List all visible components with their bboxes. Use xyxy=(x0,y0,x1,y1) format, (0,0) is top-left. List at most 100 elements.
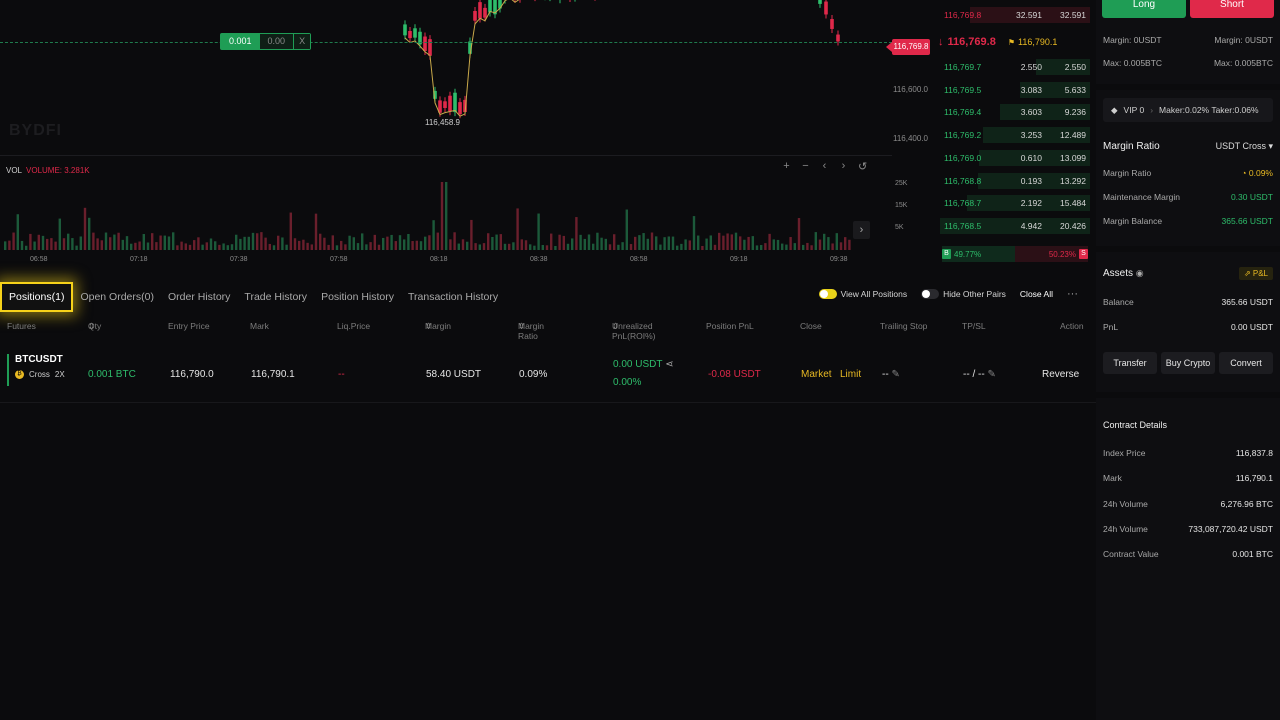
positions-controls: View All Positions Hide Other Pairs Clos… xyxy=(818,288,1078,300)
close-market-button[interactable]: Market xyxy=(801,369,832,380)
margin-mode-select[interactable]: USDT Cross ▾ xyxy=(1216,141,1273,152)
bid-total: 2.550 xyxy=(1064,62,1086,72)
time-axis-label: 08:18 xyxy=(430,256,448,263)
volume-bar xyxy=(172,232,175,250)
asset-balance-label: Balance xyxy=(1103,297,1134,307)
th-tp-sl: TP/SL xyxy=(962,321,986,331)
ask-row[interactable]: 116,769.8 32.591 32.591 xyxy=(938,6,1090,24)
long-button[interactable]: Long xyxy=(1102,0,1186,18)
volume-bar xyxy=(302,239,305,250)
bid-row[interactable]: 116,769.0 0.610 13.099 xyxy=(938,149,1090,167)
volume-bar xyxy=(264,237,267,250)
tab-trade-history[interactable]: Trade History xyxy=(237,284,314,310)
upnl-value: 0.00 USDT xyxy=(613,359,663,370)
volume-bar xyxy=(193,240,196,250)
margin-long: Margin: 0USDT xyxy=(1103,35,1162,45)
volume-bar xyxy=(827,237,830,250)
candle-body xyxy=(836,34,840,42)
transfer-button[interactable]: Transfer xyxy=(1103,352,1157,374)
fee-rates: Maker:0.02% Taker:0.06% xyxy=(1159,105,1259,115)
price-chart[interactable]: 0.001 0.00 X 116,458.9 BYDFI 116,600.0 1… xyxy=(0,0,932,272)
contract-detail-value: 116,837.8 xyxy=(1235,448,1273,458)
volume-bar xyxy=(831,243,834,250)
candle-body xyxy=(403,24,407,36)
bid-row[interactable]: 116,769.7 2.550 2.550 xyxy=(938,58,1090,76)
share-icon[interactable]: ⋖ xyxy=(665,359,673,370)
tab-positions[interactable]: Positions(1) xyxy=(0,282,74,312)
convert-button[interactable]: Convert xyxy=(1219,352,1273,374)
volume-bar xyxy=(445,182,448,250)
volume-bar xyxy=(592,243,595,250)
volume-bar xyxy=(797,218,801,250)
volume-bar xyxy=(314,213,318,250)
volume-bar xyxy=(340,240,343,250)
volume-bar xyxy=(67,233,70,250)
order-pill-qty[interactable]: 0.001 xyxy=(221,34,260,49)
volume-bar xyxy=(167,236,171,250)
bid-total: 13.292 xyxy=(1060,175,1086,186)
volume-bar xyxy=(92,232,95,250)
volume-bar xyxy=(239,238,242,250)
close-all-button[interactable]: Close All xyxy=(1020,289,1053,299)
volume-bar xyxy=(650,232,654,250)
margin-ratio-number: 0.09% xyxy=(1248,168,1273,178)
volume-bar xyxy=(671,236,675,250)
tab-position-history[interactable]: Position History xyxy=(314,284,401,310)
volume-bar xyxy=(839,242,843,250)
view-all-positions-toggle[interactable]: View All Positions xyxy=(818,289,907,299)
volume-bar xyxy=(41,235,45,250)
contract-detail-row: 24h Volume 733,087,720.42 USDT xyxy=(1103,524,1273,534)
volume-bar xyxy=(806,242,809,250)
volume-bar xyxy=(776,239,780,250)
bid-row[interactable]: 116,769.4 3.603 9.236 xyxy=(938,103,1090,121)
tab-order-history[interactable]: Order History xyxy=(161,284,237,310)
margin-ratio-value: ◔ 0.09% xyxy=(1241,168,1273,178)
volume-bar xyxy=(428,235,431,250)
chart-toolbar: + − ‹ › ↺ xyxy=(782,160,867,173)
volume-bar xyxy=(71,238,74,250)
scroll-forward-icon[interactable]: › xyxy=(839,160,848,173)
bid-row[interactable]: 116,769.2 3.253 12.489 xyxy=(938,126,1090,144)
volume-bar xyxy=(487,233,490,250)
mid-price[interactable]: ↓ 116,769.8 ⚑ 116,790.1 xyxy=(938,33,1090,51)
zoom-in-icon[interactable]: + xyxy=(782,160,791,173)
more-icon[interactable]: ··· xyxy=(1067,288,1078,300)
close-limit-button[interactable]: Limit xyxy=(840,369,861,380)
contract-detail-row: Contract Value 0.001 BTC xyxy=(1103,549,1273,559)
tab-open-orders[interactable]: Open Orders(0) xyxy=(73,284,161,310)
reset-icon[interactable]: ↺ xyxy=(858,160,867,173)
volume-bar xyxy=(88,217,91,250)
volume-bar xyxy=(247,236,250,250)
pnl-analysis-button[interactable]: ⇗ P&L xyxy=(1238,267,1273,280)
order-line-pill[interactable]: 0.001 0.00 X xyxy=(220,33,312,50)
volume-bar xyxy=(638,235,641,250)
cell-tp-sl[interactable]: -- / -- ✎ xyxy=(963,369,996,380)
volume-bar xyxy=(600,237,603,250)
short-button[interactable]: Short xyxy=(1190,0,1274,18)
volume-bar xyxy=(684,239,687,250)
vip-fee-box[interactable]: ◆ VIP 0 › Maker:0.02% Taker:0.06% xyxy=(1103,98,1273,122)
volume-bar xyxy=(327,244,330,250)
zoom-out-icon[interactable]: − xyxy=(801,160,810,173)
chart-divider[interactable] xyxy=(0,155,892,156)
sell-ratio: 50.23% S xyxy=(1014,246,1088,262)
scroll-to-latest-button[interactable]: › xyxy=(853,221,870,239)
scroll-left-icon[interactable]: ‹ xyxy=(820,160,829,173)
bid-row[interactable]: 116,769.5 3.083 5.633 xyxy=(938,81,1090,99)
cell-trailing-stop[interactable]: -- ✎ xyxy=(882,369,900,380)
buy-crypto-button[interactable]: Buy Crypto xyxy=(1161,352,1215,374)
bid-row[interactable]: 116,768.8 0.193 13.292 xyxy=(938,172,1090,190)
volume-bar xyxy=(810,245,813,250)
reverse-button[interactable]: Reverse xyxy=(1042,369,1079,380)
bid-row[interactable]: 116,768.5 4.942 20.426 xyxy=(938,217,1090,235)
candlestick-chart[interactable] xyxy=(0,0,892,155)
hide-other-pairs-toggle[interactable]: Hide Other Pairs xyxy=(921,289,1006,299)
position-symbol[interactable]: BTCUSDT ₿ Cross 2X xyxy=(7,354,65,386)
bid-row[interactable]: 116,768.7 2.192 15.484 xyxy=(938,194,1090,212)
tab-transaction-history[interactable]: Transaction History xyxy=(401,284,505,310)
bid-qty: 3.603 xyxy=(1020,107,1042,118)
order-pill-close-icon[interactable]: X xyxy=(293,34,311,49)
candle-body xyxy=(408,31,412,39)
volume-bar xyxy=(701,245,704,250)
eye-icon[interactable]: ◉ xyxy=(1136,268,1144,278)
